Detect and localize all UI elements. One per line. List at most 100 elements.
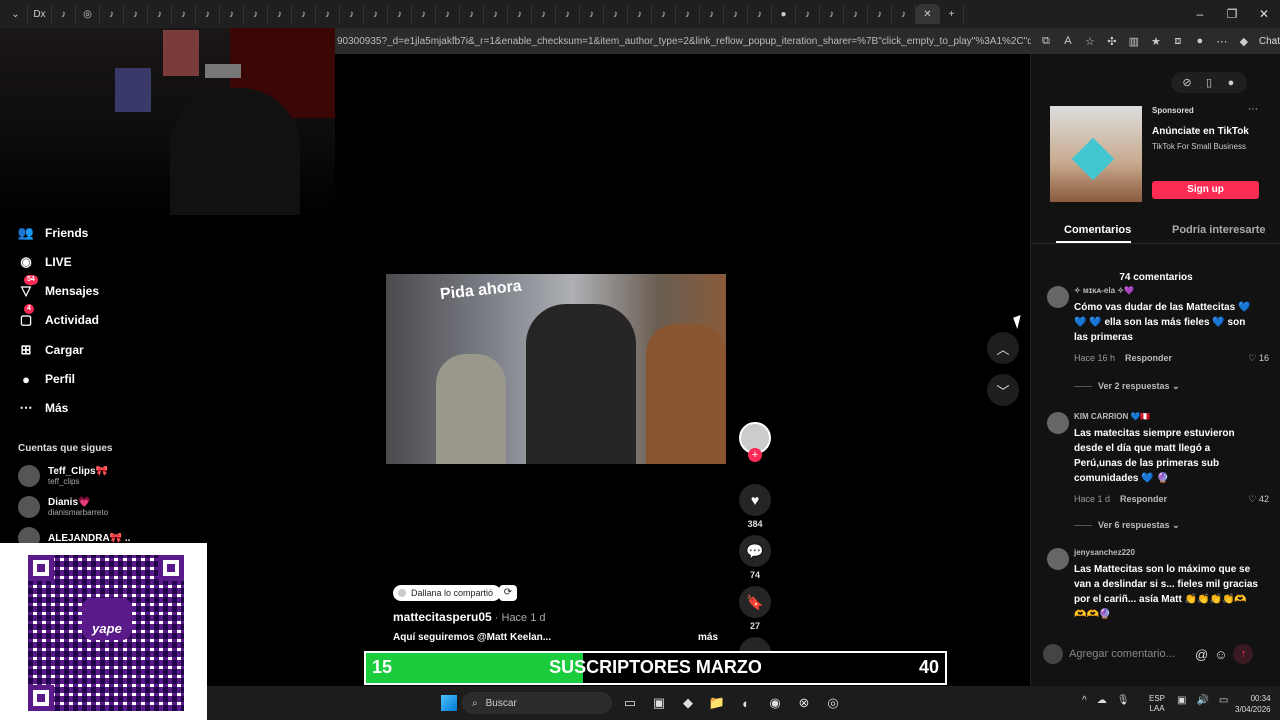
tab-tiktok-icon[interactable]: ♪ bbox=[700, 4, 724, 24]
language-indicator[interactable]: ESP LAA bbox=[1149, 694, 1165, 714]
tab-tiktok-icon[interactable]: ♪ bbox=[460, 4, 484, 24]
comment-username[interactable]: ✧ ᴍɪᴋᴀ-ela ✧💜 bbox=[1074, 286, 1134, 295]
tab-menu-icon[interactable]: ⌄ bbox=[4, 4, 28, 24]
open-in-app-icon[interactable]: ⧉ bbox=[1039, 35, 1053, 48]
profile-icon[interactable]: ● bbox=[1193, 35, 1207, 47]
avatar[interactable] bbox=[1047, 412, 1069, 434]
mention-icon[interactable]: @ bbox=[1195, 647, 1208, 662]
tab-tiktok-icon[interactable]: ♪ bbox=[268, 4, 292, 24]
bookmark-icon[interactable]: 🔖 bbox=[739, 586, 771, 618]
comment-like[interactable]: ♡ 42 bbox=[1248, 494, 1269, 505]
sidebar-item-messages[interactable]: ▽ 54 Mensajes bbox=[18, 275, 99, 299]
tab-tiktok-icon[interactable]: ♪ bbox=[484, 4, 508, 24]
shared-by-pill[interactable]: Dallana lo compartió bbox=[393, 585, 502, 601]
user-avatar-icon[interactable]: ● bbox=[1223, 77, 1239, 89]
tab-tiktok-icon[interactable]: ♪ bbox=[892, 4, 916, 24]
office-icon[interactable]: ◆ bbox=[678, 693, 698, 713]
avatar[interactable] bbox=[1047, 286, 1069, 308]
repost-icon[interactable]: ⟳ bbox=[499, 585, 517, 601]
battery-icon[interactable]: ▭ bbox=[1219, 695, 1228, 706]
tab-active-close-icon[interactable]: ✕ bbox=[916, 4, 940, 24]
tab-tiktok-icon[interactable]: ♪ bbox=[724, 4, 748, 24]
tab-tiktok-icon[interactable]: ♪ bbox=[244, 4, 268, 24]
tab-tiktok-icon[interactable]: ♪ bbox=[172, 4, 196, 24]
collections-icon[interactable]: ⧈ bbox=[1171, 35, 1185, 48]
xbox-icon[interactable]: ⊗ bbox=[794, 693, 814, 713]
chevron-up-icon[interactable]: ^ bbox=[1082, 695, 1087, 706]
tab-tiktok-icon[interactable]: ♪ bbox=[220, 4, 244, 24]
like-icon[interactable]: ♥ bbox=[739, 484, 771, 516]
previous-video-button[interactable]: ︿ bbox=[987, 332, 1019, 364]
close-window-icon[interactable]: ✕ bbox=[1248, 0, 1280, 28]
tab-tiktok-icon[interactable]: ♪ bbox=[748, 4, 772, 24]
favorites-icon[interactable]: ★ bbox=[1149, 35, 1163, 48]
comment-username[interactable]: jenysanchez220 bbox=[1074, 548, 1135, 557]
tab-tiktok-icon[interactable]: ♪ bbox=[844, 4, 868, 24]
comment-icon[interactable]: 💬 bbox=[739, 535, 771, 567]
network-icon[interactable]: ▣ bbox=[1177, 695, 1186, 706]
edge-icon[interactable]: ◐ bbox=[736, 693, 756, 713]
volume-icon[interactable]: 🔊 bbox=[1196, 695, 1208, 706]
split-screen-icon[interactable]: ▥ bbox=[1127, 35, 1141, 48]
tab-tiktok-icon[interactable]: ♪ bbox=[196, 4, 220, 24]
maximize-icon[interactable]: ❐ bbox=[1216, 0, 1248, 28]
device-icon[interactable]: ▯ bbox=[1201, 76, 1217, 89]
tab-tiktok-icon[interactable]: ♪ bbox=[508, 4, 532, 24]
tab-instagram-icon[interactable]: ◎ bbox=[76, 4, 100, 24]
tab-dx-icon[interactable]: Dx bbox=[28, 4, 52, 24]
tab-tiktok-icon[interactable]: ♪ bbox=[580, 4, 604, 24]
next-video-button[interactable]: ﹀ bbox=[987, 374, 1019, 406]
video-player[interactable]: Pida ahora bbox=[386, 274, 726, 464]
avatar[interactable] bbox=[1047, 548, 1069, 570]
tab-tiktok-icon[interactable]: ♪ bbox=[100, 4, 124, 24]
following-item[interactable]: Dianis💗 dianismarbarreto bbox=[18, 496, 108, 518]
sidebar-item-friends[interactable]: 👥 Friends bbox=[18, 225, 88, 241]
reply-button[interactable]: Responder bbox=[1120, 494, 1167, 505]
video-author[interactable]: mattecitasperu05 bbox=[393, 610, 492, 624]
minimize-icon[interactable]: – bbox=[1184, 0, 1216, 28]
ad-signup-button[interactable]: Sign up bbox=[1152, 181, 1259, 199]
tab-tiktok-icon[interactable]: ♪ bbox=[124, 4, 148, 24]
caption-more-link[interactable]: más bbox=[698, 632, 718, 643]
following-item[interactable]: Teff_Clips🎀 teff_clips bbox=[18, 465, 108, 487]
sidebar-item-activity[interactable]: ▢ 4 Actividad bbox=[18, 304, 99, 328]
tab-tiktok-icon[interactable]: ♪ bbox=[388, 4, 412, 24]
send-comment-icon[interactable]: ↑ bbox=[1233, 644, 1254, 664]
view-replies-button[interactable]: Ver 2 respuestas ⌄ bbox=[1074, 381, 1180, 392]
store-icon[interactable]: ▣ bbox=[649, 693, 669, 713]
url-field[interactable]: 90300935?_d=e1jla5mjakfb7i&_r=1&enable_c… bbox=[335, 36, 1031, 47]
extensions-icon[interactable]: ✣ bbox=[1105, 35, 1119, 48]
video-author-line[interactable]: mattecitasperu05 · Hace 1 d bbox=[393, 610, 546, 624]
sidebar-item-profile[interactable]: ● Perfil bbox=[18, 371, 75, 387]
copilot-icon[interactable]: ◆ bbox=[1237, 35, 1251, 48]
obs-icon[interactable]: ◎ bbox=[823, 693, 843, 713]
follow-plus-icon[interactable]: + bbox=[748, 448, 762, 462]
discord-icon[interactable]: ◉ bbox=[765, 693, 785, 713]
tab-tiktok-icon[interactable]: ♪ bbox=[556, 4, 580, 24]
clock[interactable]: 00:34 3/04/2026 bbox=[1235, 693, 1271, 715]
tab-tiktok-icon[interactable]: ♪ bbox=[796, 4, 820, 24]
chat-button[interactable]: Chat bbox=[1259, 36, 1280, 47]
microphone-icon[interactable]: 🎙 bbox=[1117, 695, 1130, 706]
comment-like[interactable]: ♡ 16 bbox=[1248, 353, 1269, 364]
emoji-icon[interactable]: ☺ bbox=[1214, 647, 1227, 662]
sidebar-item-upload[interactable]: ⊞ Cargar bbox=[18, 342, 84, 358]
tab-tiktok-icon[interactable]: ♪ bbox=[340, 4, 364, 24]
view-replies-button[interactable]: Ver 6 respuestas ⌄ bbox=[1074, 520, 1180, 531]
tab-tiktok-icon[interactable]: ♪ bbox=[364, 4, 388, 24]
tab-tiktok-icon[interactable]: ♪ bbox=[868, 4, 892, 24]
settings-more-icon[interactable]: ⋯ bbox=[1215, 35, 1229, 48]
translate-icon[interactable]: A bbox=[1061, 35, 1075, 47]
ad-options-icon[interactable]: ⋯ bbox=[1248, 104, 1258, 115]
favorite-star-icon[interactable]: ☆ bbox=[1083, 35, 1097, 48]
tab-tiktok-icon[interactable]: ♪ bbox=[820, 4, 844, 24]
start-button[interactable] bbox=[441, 695, 457, 711]
new-tab-icon[interactable]: + bbox=[940, 4, 964, 24]
comment-username[interactable]: KIM CARRION 💙🇵🇪 bbox=[1074, 412, 1150, 421]
tab-tiktok-icon[interactable]: ♪ bbox=[676, 4, 700, 24]
onedrive-icon[interactable]: ☁ bbox=[1097, 695, 1107, 706]
tab-tiktok-icon[interactable]: ♪ bbox=[148, 4, 172, 24]
embed-icon[interactable]: ⊘ bbox=[1179, 76, 1195, 89]
tab-tiktok-icon[interactable]: ♪ bbox=[316, 4, 340, 24]
file-explorer-icon[interactable]: 📁 bbox=[707, 693, 727, 713]
